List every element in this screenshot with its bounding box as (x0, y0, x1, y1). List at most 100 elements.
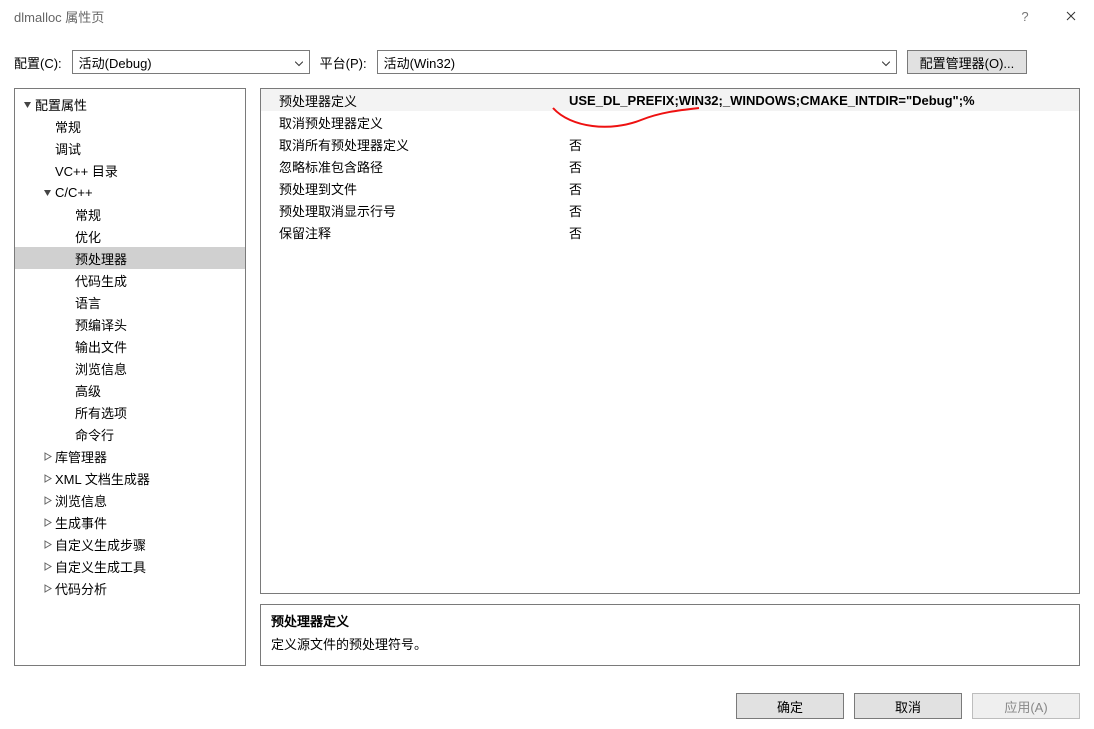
property-value[interactable]: 否 (563, 179, 1079, 198)
expand-icon[interactable] (41, 540, 53, 549)
description-box: 预处理器定义 定义源文件的预处理符号。 (260, 604, 1080, 666)
tree-item-label: 自定义生成工具 (55, 557, 146, 576)
tree-item[interactable]: 代码生成 (15, 269, 245, 291)
right-pane: 预处理器定义USE_DL_PREFIX;WIN32;_WINDOWS;CMAKE… (260, 88, 1080, 666)
dialog-buttons: 确定 取消 应用(A) (736, 693, 1080, 719)
tree-item[interactable]: 优化 (15, 225, 245, 247)
property-row[interactable]: 取消所有预处理器定义否 (261, 133, 1079, 155)
property-row[interactable]: 预处理到文件否 (261, 177, 1079, 199)
collapse-icon[interactable] (41, 188, 53, 197)
config-value: 活动(Debug) (79, 53, 152, 72)
tree-item-label: 高级 (75, 381, 101, 400)
tree-item[interactable]: 常规 (15, 115, 245, 137)
tree-item[interactable]: 自定义生成步骤 (15, 533, 245, 555)
property-value[interactable]: 否 (563, 201, 1079, 220)
tree-item[interactable]: 调试 (15, 137, 245, 159)
tree-item-label: VC++ 目录 (55, 161, 118, 180)
tree-item-label: 常规 (75, 205, 101, 224)
tree-item[interactable]: VC++ 目录 (15, 159, 245, 181)
property-row[interactable]: 预处理取消显示行号否 (261, 199, 1079, 221)
main-area: 配置属性常规调试VC++ 目录C/C++常规优化预处理器代码生成语言预编译头输出… (0, 88, 1094, 666)
collapse-icon[interactable] (21, 100, 33, 109)
tree-item[interactable]: 自定义生成工具 (15, 555, 245, 577)
ok-button[interactable]: 确定 (736, 693, 844, 719)
tree-item[interactable]: 浏览信息 (15, 357, 245, 379)
tree-item[interactable]: 预处理器 (15, 247, 245, 269)
help-icon: ? (1021, 9, 1028, 24)
toolbar: 配置(C): 活动(Debug) 平台(P): 活动(Win32) 配置管理器(… (0, 44, 1094, 80)
expand-icon[interactable] (41, 584, 53, 593)
expand-icon[interactable] (41, 518, 53, 527)
platform-label: 平台(P): (320, 53, 367, 72)
property-value[interactable]: 否 (563, 135, 1079, 154)
tree-item[interactable]: 高级 (15, 379, 245, 401)
chevron-down-icon (295, 55, 303, 70)
property-row[interactable]: 保留注释否 (261, 221, 1079, 243)
property-label: 预处理器定义 (261, 91, 563, 110)
property-row[interactable]: 取消预处理器定义 (261, 111, 1079, 133)
close-icon (1066, 11, 1076, 21)
property-label: 预处理到文件 (261, 179, 563, 198)
description-body: 定义源文件的预处理符号。 (271, 634, 1069, 653)
property-label: 保留注释 (261, 223, 563, 242)
tree-item[interactable]: C/C++ (15, 181, 245, 203)
tree-item-label: XML 文档生成器 (55, 469, 150, 488)
tree-item-label: 代码生成 (75, 271, 127, 290)
config-manager-label: 配置管理器(O)... (920, 53, 1015, 72)
apply-button[interactable]: 应用(A) (972, 693, 1080, 719)
tree-item-label: 代码分析 (55, 579, 107, 598)
tree-item[interactable]: 库管理器 (15, 445, 245, 467)
property-value[interactable]: 否 (563, 223, 1079, 242)
description-title: 预处理器定义 (271, 611, 1069, 630)
tree-item-label: 命令行 (75, 425, 114, 444)
platform-combo[interactable]: 活动(Win32) (377, 50, 897, 74)
tree-item[interactable]: 命令行 (15, 423, 245, 445)
cancel-button[interactable]: 取消 (854, 693, 962, 719)
tree-item[interactable]: 生成事件 (15, 511, 245, 533)
tree-item[interactable]: 浏览信息 (15, 489, 245, 511)
tree-item-label: 库管理器 (55, 447, 107, 466)
titlebar: dlmalloc 属性页 ? (0, 0, 1094, 32)
tree-item[interactable]: 所有选项 (15, 401, 245, 423)
expand-icon[interactable] (41, 496, 53, 505)
tree-item-label: C/C++ (55, 185, 93, 200)
property-row[interactable]: 忽略标准包含路径否 (261, 155, 1079, 177)
property-row[interactable]: 预处理器定义USE_DL_PREFIX;WIN32;_WINDOWS;CMAKE… (261, 89, 1079, 111)
tree-item-label: 优化 (75, 227, 101, 246)
expand-icon[interactable] (41, 474, 53, 483)
property-value[interactable]: USE_DL_PREFIX;WIN32;_WINDOWS;CMAKE_INTDI… (563, 93, 1079, 108)
platform-value: 活动(Win32) (384, 53, 456, 72)
tree-item[interactable]: 常规 (15, 203, 245, 225)
close-button[interactable] (1048, 0, 1094, 32)
config-tree[interactable]: 配置属性常规调试VC++ 目录C/C++常规优化预处理器代码生成语言预编译头输出… (14, 88, 246, 666)
property-label: 预处理取消显示行号 (261, 201, 563, 220)
property-label: 取消预处理器定义 (261, 113, 563, 132)
help-button[interactable]: ? (1002, 0, 1048, 32)
expand-icon[interactable] (41, 452, 53, 461)
tree-item[interactable]: 预编译头 (15, 313, 245, 335)
tree-item-label: 自定义生成步骤 (55, 535, 146, 554)
tree-item-label: 配置属性 (35, 95, 87, 114)
property-value[interactable]: 否 (563, 157, 1079, 176)
expand-icon[interactable] (41, 562, 53, 571)
tree-item[interactable]: XML 文档生成器 (15, 467, 245, 489)
config-label: 配置(C): (14, 53, 62, 72)
config-manager-button[interactable]: 配置管理器(O)... (907, 50, 1028, 74)
tree-item-label: 所有选项 (75, 403, 127, 422)
window-title: dlmalloc 属性页 (14, 7, 1002, 26)
tree-item[interactable]: 输出文件 (15, 335, 245, 357)
property-grid[interactable]: 预处理器定义USE_DL_PREFIX;WIN32;_WINDOWS;CMAKE… (260, 88, 1080, 594)
tree-item-label: 调试 (55, 139, 81, 158)
tree-item[interactable]: 代码分析 (15, 577, 245, 599)
config-combo[interactable]: 活动(Debug) (72, 50, 310, 74)
apply-label: 应用(A) (1004, 697, 1047, 716)
cancel-label: 取消 (895, 697, 921, 716)
chevron-down-icon (882, 55, 890, 70)
ok-label: 确定 (777, 697, 803, 716)
tree-item[interactable]: 配置属性 (15, 93, 245, 115)
tree-item[interactable]: 语言 (15, 291, 245, 313)
tree-item-label: 输出文件 (75, 337, 127, 356)
tree-item-label: 常规 (55, 117, 81, 136)
tree-item-label: 预编译头 (75, 315, 127, 334)
property-label: 忽略标准包含路径 (261, 157, 563, 176)
